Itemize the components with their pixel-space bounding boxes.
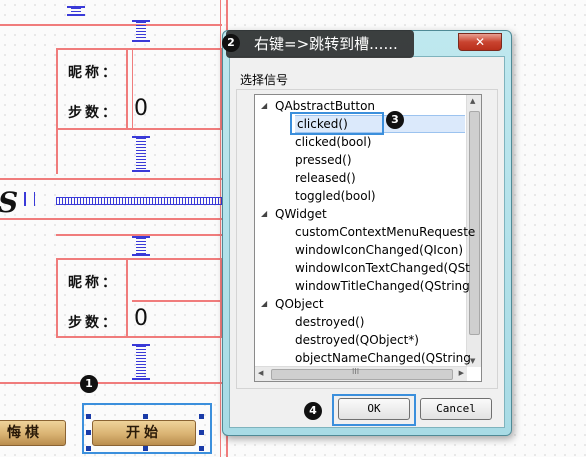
tree-signal-item[interactable]: clicked(bool) <box>295 133 465 151</box>
layout-line <box>0 178 222 180</box>
expand-arrow-icon[interactable]: ◢ <box>261 299 267 308</box>
ok-button[interactable]: OK <box>338 398 410 420</box>
tree-item-label: windowTitleChanged(QString <box>295 279 470 293</box>
horizontal-spacer[interactable] <box>56 197 222 205</box>
resize-handle[interactable] <box>199 446 204 451</box>
close-button[interactable]: ✕ <box>458 33 502 51</box>
resize-handle[interactable] <box>86 446 91 451</box>
scroll-right-icon[interactable]: ▶ <box>459 369 464 377</box>
resize-handle[interactable] <box>199 414 204 419</box>
tree-signal-item[interactable]: windowIconChanged(QIcon) <box>295 241 465 259</box>
steps-label: 步数： <box>68 105 119 121</box>
tree-item-label: customContextMenuRequeste <box>295 225 476 239</box>
hint-tooltip: 右键=>跳转到槽...... <box>226 30 414 58</box>
horizontal-scrollbar[interactable]: ◀ III ▶ <box>255 366 467 381</box>
layout-line <box>132 300 222 302</box>
tree-signal-item[interactable]: windowIconTextChanged(QSt <box>295 259 470 277</box>
expand-arrow-icon[interactable]: ◢ <box>261 101 267 110</box>
undo-button[interactable]: 悔棋 <box>0 420 66 446</box>
nickname-label: 昵称： <box>68 275 119 291</box>
spacer-end-mark <box>24 192 35 206</box>
tree-signal-item[interactable]: pressed() <box>295 151 465 169</box>
selection-outline <box>290 112 384 135</box>
scroll-up-icon[interactable]: ▲ <box>470 97 475 105</box>
step-badge: 4 <box>304 402 322 420</box>
tree-item-label: QAbstractButton <box>275 99 376 113</box>
tree-signal-item[interactable]: objectNameChanged(QString <box>295 349 471 367</box>
group-label: 选择信号 <box>240 73 289 87</box>
vertical-spacer[interactable] <box>132 236 150 256</box>
layout-divider <box>56 130 58 174</box>
left-edge-glyph: S <box>0 186 19 219</box>
layout-divider <box>126 48 128 130</box>
step-badge: 2 <box>222 34 240 52</box>
nickname-label: 昵称： <box>68 65 119 81</box>
signal-tree[interactable]: ▲ ▼ ◀ III ▶ QAbstractButton ◢ clicked() cli… <box>254 94 482 382</box>
scroll-thumb[interactable] <box>469 111 480 335</box>
tree-item-label: QObject <box>275 297 324 311</box>
tree-item-label: clicked(bool) <box>295 135 372 149</box>
vertical-spacer[interactable] <box>132 20 150 42</box>
resize-handle[interactable] <box>86 414 91 419</box>
tree-signal-item[interactable]: customContextMenuRequeste <box>295 223 475 241</box>
tree-item-label: QWidget <box>275 207 327 221</box>
resize-handle[interactable] <box>143 446 148 451</box>
tree-item-label: windowIconChanged(QIcon) <box>295 243 464 257</box>
layout-divider <box>132 48 133 130</box>
layout-divider <box>126 258 128 336</box>
tree-class-node[interactable]: QObject <box>275 295 465 313</box>
tree-signal-item[interactable]: destroyed() <box>295 313 465 331</box>
vertical-spacer[interactable] <box>67 6 85 16</box>
tree-signal-item[interactable]: windowTitleChanged(QString <box>295 277 470 295</box>
thumb-grip: III <box>352 367 360 376</box>
tree-item-label: pressed() <box>295 153 352 167</box>
layout-line <box>0 24 222 26</box>
step-badge: 1 <box>80 375 98 393</box>
tree-item-label: released() <box>295 171 356 185</box>
tree-signal-item[interactable]: destroyed(QObject*) <box>295 331 465 349</box>
vertical-spacer[interactable] <box>132 136 150 172</box>
resize-handle[interactable] <box>199 430 204 435</box>
tree-item-label: destroyed() <box>295 315 365 329</box>
layout-line <box>0 382 222 384</box>
expand-arrow-icon[interactable]: ◢ <box>261 209 267 218</box>
step-badge: 3 <box>386 111 404 129</box>
tree-signal-item[interactable]: released() <box>295 169 465 187</box>
tree-item-label: windowIconTextChanged(QSt <box>295 261 470 275</box>
resize-handle[interactable] <box>143 414 148 419</box>
cancel-button[interactable]: Cancel <box>420 398 492 420</box>
tree-item-label: destroyed(QObject*) <box>295 333 419 347</box>
layout-line <box>0 218 222 220</box>
tree-signal-item[interactable]: toggled(bool) <box>295 187 465 205</box>
tree-class-node[interactable]: QWidget <box>275 205 465 223</box>
scroll-thumb[interactable]: III <box>271 367 453 380</box>
tree-item-label: objectNameChanged(QString <box>295 351 471 365</box>
layout-line <box>56 234 222 236</box>
vertical-spacer[interactable] <box>132 344 150 380</box>
tree-item-label: toggled(bool) <box>295 189 376 203</box>
resize-handle[interactable] <box>86 430 91 435</box>
steps-value: 0 <box>134 306 148 331</box>
steps-label: 步数： <box>68 315 119 331</box>
steps-value: 0 <box>134 96 148 121</box>
scroll-left-icon[interactable]: ◀ <box>258 369 263 377</box>
start-button[interactable]: 开始 <box>92 420 196 446</box>
